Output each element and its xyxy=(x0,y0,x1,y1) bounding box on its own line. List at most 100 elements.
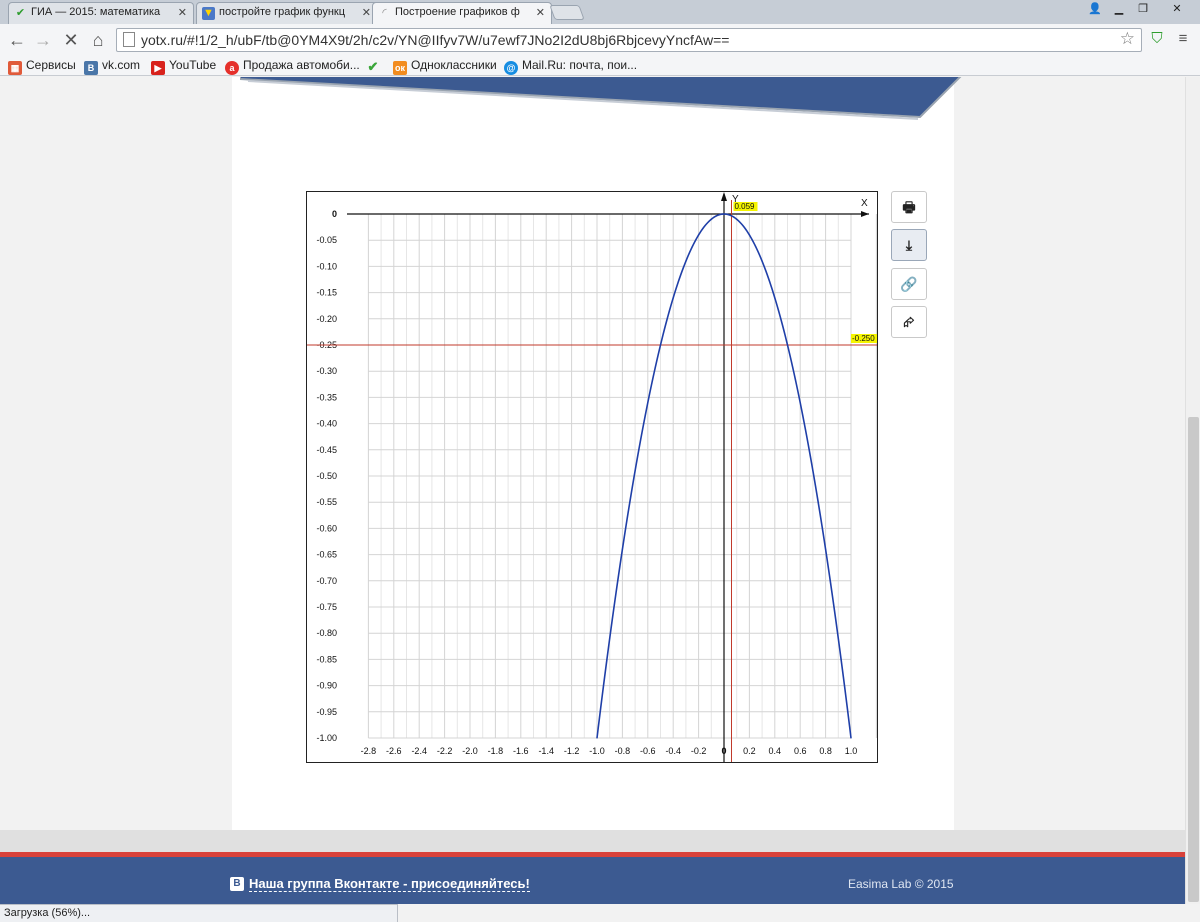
data-point xyxy=(596,737,598,739)
print-button[interactable]: 🖶 xyxy=(891,191,927,223)
x-tick-label: -1.4 xyxy=(538,746,554,756)
printer-icon: 🖶 xyxy=(902,199,916,215)
page-scrollbar[interactable] xyxy=(1185,77,1200,904)
lightbulb-icon: ▼ xyxy=(202,7,215,20)
y-tick-labels: 0-0.05-0.10-0.15-0.20-0.25-0.30-0.35-0.4… xyxy=(316,209,337,743)
axes xyxy=(347,192,869,762)
copyright-text: Easima Lab © 2015 xyxy=(848,877,954,891)
function-graph[interactable]: -2.8 -2.6 -2.4 -2.2 -2.0 -1.8 -1.6 -1.4 -1.2 -1.0… xyxy=(307,192,877,762)
tab-close-icon[interactable]: ✕ xyxy=(536,6,545,19)
x-tick-label: -0.2 xyxy=(691,746,707,756)
y-tick-label: -0.35 xyxy=(316,392,337,402)
user-icon[interactable]: 👤 xyxy=(1084,2,1106,18)
x-axis-label: X xyxy=(861,198,868,209)
y-tick-label: -0.70 xyxy=(316,576,337,586)
x-tick-label: -1.8 xyxy=(488,746,504,756)
x-tick-label: -2.2 xyxy=(437,746,453,756)
tab-plot-function[interactable]: ▼ постройте график функц ✕ xyxy=(196,2,378,24)
data-point xyxy=(609,637,611,640)
y-tick-label: -0.10 xyxy=(316,261,337,271)
new-tab-button[interactable] xyxy=(549,5,585,20)
youtube-icon: ▶ xyxy=(151,61,165,75)
x-tick-label: -0.8 xyxy=(615,746,631,756)
bookmark-label: YouTube xyxy=(169,58,217,72)
y-tick-label: -0.60 xyxy=(316,523,337,533)
x-tick-labels: -2.8 -2.6 -2.4 -2.2 -2.0 -1.8 -1.6 -1.4 -1.2 -1.0… xyxy=(361,746,858,756)
check-icon: ✔ xyxy=(15,7,26,19)
bookmark-odnoklassniki[interactable]: ок Одноклассники xyxy=(393,58,497,75)
data-point xyxy=(672,297,674,299)
bookmarks-bar: ▦ Сервисы Bvk.com ▶ YouTube a Продажа автом… xyxy=(0,56,1200,76)
data-point xyxy=(837,637,839,640)
y-tick-label: -0.95 xyxy=(316,707,337,717)
tab-strip: ✔ ГИА — 2015: математика ✕ ▼ постройте г… xyxy=(0,0,1200,24)
y-tick-label: 0 xyxy=(332,209,337,219)
bookmark-label: vk.com xyxy=(102,58,141,72)
loading-spinner-icon: ◜ xyxy=(382,7,387,19)
stop-icon[interactable]: ✕ xyxy=(60,29,82,51)
tab-gia-2015[interactable]: ✔ ГИА — 2015: математика ✕ xyxy=(8,2,194,24)
share-button[interactable]: ⮳ xyxy=(891,306,927,338)
x-axis-arrow xyxy=(861,211,869,217)
tab-close-icon[interactable]: ✕ xyxy=(362,6,371,19)
back-icon[interactable]: ← xyxy=(6,29,28,51)
url-text[interactable]: yotx.ru/#!1/2_h/ubF/tb@0YM4X9t/2h/c2v/YN… xyxy=(141,32,729,48)
cursor-labels: 0.059 -0.250 xyxy=(733,202,877,343)
graph-area[interactable]: -2.8 -2.6 -2.4 -2.2 -2.0 -1.8 -1.6 -1.4 -1.2 -1.0… xyxy=(306,191,878,763)
tab-title: Построение графиков ф xyxy=(395,6,520,18)
data-point xyxy=(634,470,636,472)
minimize-icon[interactable]: ▁ xyxy=(1108,2,1130,18)
bookmark-mailru[interactable]: @ Mail.Ru: почта, пои... xyxy=(504,58,637,75)
link-button[interactable]: 🔗 xyxy=(891,268,927,300)
close-icon[interactable]: ✕ xyxy=(1160,2,1194,18)
bookmark-star-icon[interactable]: ☆ xyxy=(1120,29,1135,49)
y-axis-arrow xyxy=(721,192,727,201)
address-bar[interactable]: yotx.ru/#!1/2_h/ubF/tb@0YM4X9t/2h/c2v/YN… xyxy=(116,28,1142,52)
cursor-y-label: -0.250 xyxy=(852,334,875,343)
tab-close-icon[interactable]: ✕ xyxy=(178,6,187,19)
menu-icon[interactable]: ≡ xyxy=(1172,28,1194,50)
y-tick-label: -0.40 xyxy=(316,419,337,429)
status-bar: Загрузка (56%)... xyxy=(0,904,398,922)
bookmark-vk[interactable]: Bvk.com xyxy=(84,58,140,75)
bookmark-label: Одноклассники xyxy=(411,58,497,72)
browser-toolbar: ← → ✕ ⌂ yotx.ru/#!1/2_h/ubF/tb@0YM4X9t/2… xyxy=(0,24,1200,56)
data-point xyxy=(748,234,750,236)
bookmark-services[interactable]: ▦ Сервисы xyxy=(8,58,76,75)
site-footer: B Наша группа Вконтакте - присоединяйтес… xyxy=(0,857,1200,904)
vk-group-link[interactable]: Наша группа Вконтакте - присоединяйтесь! xyxy=(249,876,530,892)
data-point xyxy=(685,260,687,262)
x-tick-label: -0.6 xyxy=(640,746,656,756)
restore-icon[interactable]: ❐ xyxy=(1132,2,1154,18)
y-tick-label: -0.75 xyxy=(316,602,337,612)
x-tick-label: 0.4 xyxy=(769,746,782,756)
y-tick-label: -0.55 xyxy=(316,497,337,507)
odnoklassniki-icon: ок xyxy=(393,61,407,75)
shield-extension-icon[interactable]: ⛉ xyxy=(1146,28,1168,50)
x-tick-label: -1.0 xyxy=(589,746,605,756)
y-tick-label: -0.45 xyxy=(316,445,337,455)
page-icon xyxy=(123,32,135,47)
data-point xyxy=(621,548,623,550)
data-point xyxy=(786,344,789,346)
share-icon: ⮳ xyxy=(903,314,915,330)
bookmark-youtube[interactable]: ▶ YouTube xyxy=(151,58,216,75)
bookmark-auto[interactable]: a Продажа автомоби... xyxy=(225,58,360,75)
data-point xyxy=(850,737,852,739)
x-tick-label: -2.6 xyxy=(386,746,402,756)
forward-icon[interactable]: → xyxy=(32,29,54,51)
data-point xyxy=(698,234,700,236)
scrollbar-thumb[interactable] xyxy=(1188,417,1199,902)
mailru-icon: @ xyxy=(504,61,518,75)
x-tick-label: 0.2 xyxy=(743,746,756,756)
checkmark-icon: ✔ xyxy=(367,59,379,74)
data-point xyxy=(723,213,725,215)
home-icon[interactable]: ⌂ xyxy=(87,29,109,51)
download-button[interactable]: ⤓ xyxy=(891,229,927,261)
y-tick-label: -0.85 xyxy=(316,654,337,664)
data-point xyxy=(659,344,662,346)
tab-graph-builder[interactable]: ◜ Построение графиков ф ✕ xyxy=(372,2,552,24)
y-tick-label: -0.80 xyxy=(316,628,337,638)
bookmark-check[interactable]: ✔ xyxy=(366,58,384,74)
x-tick-label: -2.8 xyxy=(361,746,377,756)
